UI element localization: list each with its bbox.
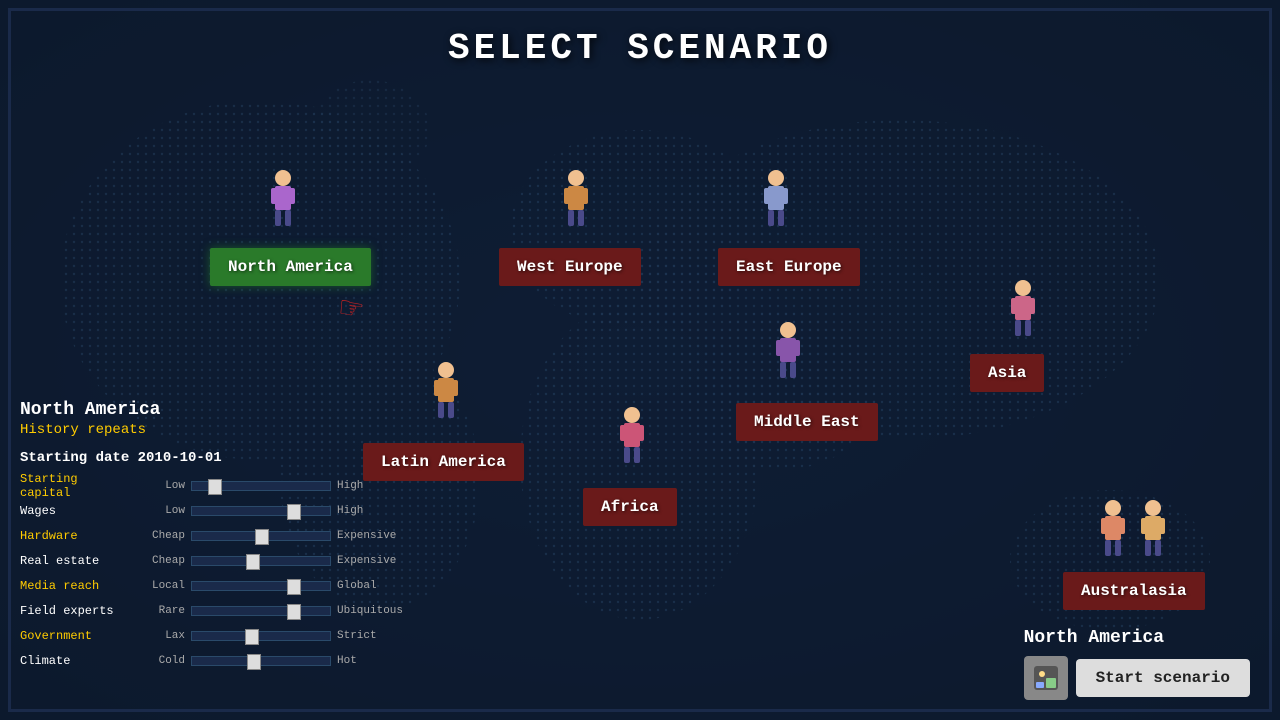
bottom-right-panel: North America Start scenario bbox=[1024, 628, 1250, 700]
char-east-europe bbox=[758, 168, 794, 236]
stat-track-3[interactable] bbox=[191, 556, 331, 566]
start-button-container: Start scenario bbox=[1024, 656, 1250, 700]
char-asia bbox=[1005, 278, 1041, 346]
char-west-europe bbox=[558, 168, 594, 236]
stat-row-1: WagesLow High bbox=[20, 501, 490, 521]
bottom-region-label: North America bbox=[1024, 628, 1164, 648]
stat-track-6[interactable] bbox=[191, 631, 331, 641]
left-info-panel: North America History repeats Starting d… bbox=[20, 400, 490, 676]
stats-list: Starting capitalLowHighWagesLowHighHardw… bbox=[20, 476, 490, 671]
stat-thumb-0[interactable] bbox=[208, 479, 222, 495]
stat-track-5[interactable] bbox=[191, 606, 331, 616]
stat-row-2: HardwareCheap Expensive bbox=[20, 526, 490, 546]
stat-label-6: Government bbox=[20, 629, 130, 643]
stat-row-3: Real estateCheap Expensive bbox=[20, 551, 490, 571]
stat-min-4: Local bbox=[130, 580, 185, 592]
stat-row-7: ClimateCold Hot bbox=[20, 651, 490, 671]
stat-max-6: Strict bbox=[337, 630, 407, 642]
start-icon bbox=[1024, 656, 1068, 700]
char-africa bbox=[614, 405, 650, 473]
char-australasia-1 bbox=[1095, 498, 1131, 566]
stat-track-4[interactable] bbox=[191, 581, 331, 591]
stat-max-2: Expensive bbox=[337, 530, 407, 542]
stat-max-3: Expensive bbox=[337, 555, 407, 567]
stat-track-1[interactable] bbox=[191, 506, 331, 516]
stat-label-0: Starting capital bbox=[20, 472, 130, 500]
stat-thumb-4[interactable] bbox=[287, 579, 301, 595]
scenario-btn-east-europe[interactable]: East Europe bbox=[718, 248, 860, 286]
start-scenario-button[interactable]: Start scenario bbox=[1076, 659, 1250, 697]
stat-thumb-7[interactable] bbox=[247, 654, 261, 670]
stat-label-7: Climate bbox=[20, 654, 130, 668]
stat-min-1: Low bbox=[130, 505, 185, 517]
stat-max-1: High bbox=[337, 505, 407, 517]
scenario-btn-australasia[interactable]: Australasia bbox=[1063, 572, 1205, 610]
stat-row-4: Media reachLocal Global bbox=[20, 576, 490, 596]
page-title: SELECT SCENARIO bbox=[0, 28, 1280, 69]
stat-max-7: Hot bbox=[337, 655, 407, 667]
stat-min-0: Low bbox=[130, 480, 185, 492]
scenario-btn-asia[interactable]: Asia bbox=[970, 354, 1044, 392]
stat-min-2: Cheap bbox=[130, 530, 185, 542]
stat-track-7[interactable] bbox=[191, 656, 331, 666]
stat-label-4: Media reach bbox=[20, 579, 130, 593]
stat-label-3: Real estate bbox=[20, 554, 130, 568]
selected-region-name: North America bbox=[20, 400, 490, 420]
stat-thumb-2[interactable] bbox=[255, 529, 269, 545]
stat-track-0[interactable] bbox=[191, 481, 331, 491]
scenario-subtitle: History repeats bbox=[20, 422, 490, 438]
scenario-btn-africa[interactable]: Africa bbox=[583, 488, 677, 526]
stat-min-6: Lax bbox=[130, 630, 185, 642]
stat-label-2: Hardware bbox=[20, 529, 130, 543]
stat-track-2[interactable] bbox=[191, 531, 331, 541]
stat-max-4: Global bbox=[337, 580, 407, 592]
stat-label-5: Field experts bbox=[20, 604, 130, 618]
stat-thumb-1[interactable] bbox=[287, 504, 301, 520]
stat-min-3: Cheap bbox=[130, 555, 185, 567]
stat-max-5: Ubiquitous bbox=[337, 605, 407, 617]
stat-min-7: Cold bbox=[130, 655, 185, 667]
scenario-btn-north-america[interactable]: North America bbox=[210, 248, 371, 286]
char-middle-east bbox=[770, 320, 806, 388]
char-north-america bbox=[265, 168, 301, 236]
char-australasia-2 bbox=[1135, 498, 1171, 566]
stat-row-5: Field expertsRare Ubiquitous bbox=[20, 601, 490, 621]
stat-min-5: Rare bbox=[130, 605, 185, 617]
stat-row-6: GovernmentLax Strict bbox=[20, 626, 490, 646]
stat-max-0: High bbox=[337, 480, 407, 492]
starting-date: Starting date 2010-10-01 bbox=[20, 450, 490, 466]
stat-thumb-3[interactable] bbox=[246, 554, 260, 570]
stat-thumb-5[interactable] bbox=[287, 604, 301, 620]
stat-thumb-6[interactable] bbox=[245, 629, 259, 645]
stat-label-1: Wages bbox=[20, 504, 130, 518]
scenario-btn-west-europe[interactable]: West Europe bbox=[499, 248, 641, 286]
scenario-btn-middle-east[interactable]: Middle East bbox=[736, 403, 878, 441]
stat-row-0: Starting capitalLowHigh bbox=[20, 476, 490, 496]
